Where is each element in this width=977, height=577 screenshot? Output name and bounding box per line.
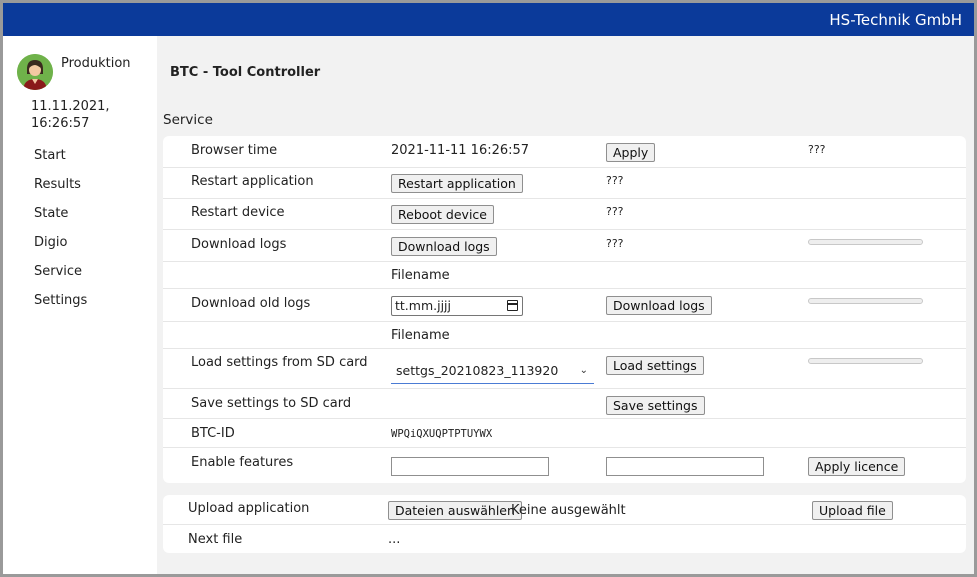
btc-id-label: BTC-ID [191,426,235,441]
browser-time-status: ??? [808,143,826,156]
main-content: BTC - Tool Controller Service Browser ti… [157,36,974,574]
row-restart-app: Restart application Restart application … [163,168,966,199]
row-filename-1: Filename [163,262,966,289]
row-enable-features: Enable features Apply licence [163,448,966,483]
download-logs-button[interactable]: Download logs [391,237,497,256]
save-settings-label: Save settings to SD card [191,396,352,411]
load-settings-progress [808,358,923,364]
download-logs-progress [808,239,923,245]
brand-name: HS-Technik GmbH [829,11,962,29]
user-name: Produktion [61,56,131,71]
licence-input-1[interactable] [391,457,549,476]
date-placeholder: tt.mm.jjjj [395,298,451,313]
top-bar: HS-Technik GmbH [3,3,974,36]
apply-licence-button[interactable]: Apply licence [808,457,906,476]
browser-time-label: Browser time [191,143,278,158]
nav-item-state[interactable]: State [34,206,87,235]
download-old-logs-progress [808,298,923,304]
nav-item-start[interactable]: Start [34,148,87,177]
load-settings-label: Load settings from SD card [191,355,368,370]
apply-time-button[interactable]: Apply [606,143,656,162]
row-upload-application: Upload application Dateien auswählen Kei… [163,495,966,525]
user-datetime: 11.11.2021, 16:26:57 [31,98,141,132]
restart-app-label: Restart application [191,174,314,189]
row-filename-2: Filename [163,322,966,349]
download-logs-status: ??? [606,237,624,250]
restart-app-status: ??? [606,174,624,187]
choose-files-button[interactable]: Dateien auswählen [388,501,522,520]
nav-item-digio[interactable]: Digio [34,235,87,264]
select-value: settgs_20210823_113920 [396,363,559,378]
row-next-file: Next file ... [163,525,966,553]
filename-label: Filename [391,328,450,343]
row-btc-id: BTC-ID WPQiQXUQPTPTUYWX [163,419,966,448]
upload-file-button[interactable]: Upload file [812,501,893,520]
row-save-settings: Save settings to SD card Save settings [163,389,966,419]
upload-application-label: Upload application [188,501,310,516]
next-file-value: ... [388,532,401,547]
no-file-selected-text: Keine ausgewählt [511,503,626,518]
user-time: 16:26:57 [31,116,90,131]
user-date: 11.11.2021, [31,99,110,114]
download-old-logs-label: Download old logs [191,296,311,311]
calendar-icon[interactable] [507,300,518,311]
row-browser-time: Browser time 2021-11-11 16:26:57 Apply ?… [163,136,966,168]
row-restart-device: Restart device Reboot device ??? [163,199,966,230]
next-file-label: Next file [188,532,243,547]
row-download-logs: Download logs Download logs ??? [163,230,966,262]
restart-device-label: Restart device [191,205,285,220]
service-card: Browser time 2021-11-11 16:26:57 Apply ?… [163,136,966,483]
enable-features-label: Enable features [191,455,294,470]
load-settings-button[interactable]: Load settings [606,356,704,375]
nav-item-results[interactable]: Results [34,177,87,206]
settings-file-select[interactable]: settgs_20210823_113920 ⌄ [391,358,594,384]
licence-input-2[interactable] [606,457,764,476]
filename-label: Filename [391,268,450,283]
download-old-logs-button[interactable]: Download logs [606,296,712,315]
btc-id-value: WPQiQXUQPTPTUYWX [391,428,493,440]
restart-app-button[interactable]: Restart application [391,174,523,193]
sidebar: Produktion 11.11.2021, 16:26:57 Start Re… [3,36,157,574]
nav-item-service[interactable]: Service [34,264,87,293]
save-settings-button[interactable]: Save settings [606,396,705,415]
reboot-device-button[interactable]: Reboot device [391,205,494,224]
browser-time-value: 2021-11-11 16:26:57 [391,143,530,158]
upload-card: Upload application Dateien auswählen Kei… [163,495,966,553]
chevron-down-icon: ⌄ [579,365,588,376]
nav-item-settings[interactable]: Settings [34,293,87,322]
row-load-settings: Load settings from SD card settgs_202108… [163,349,966,389]
restart-device-status: ??? [606,205,624,218]
user-icon [17,54,53,90]
avatar [17,54,53,90]
download-logs-label: Download logs [191,237,287,252]
nav-menu: Start Results State Digio Service Settin… [34,148,87,322]
page-title: BTC - Tool Controller [170,65,321,80]
section-title: Service [163,112,213,128]
row-download-old-logs: Download old logs tt.mm.jjjj Download lo… [163,289,966,322]
old-logs-date-input[interactable]: tt.mm.jjjj [391,296,523,316]
